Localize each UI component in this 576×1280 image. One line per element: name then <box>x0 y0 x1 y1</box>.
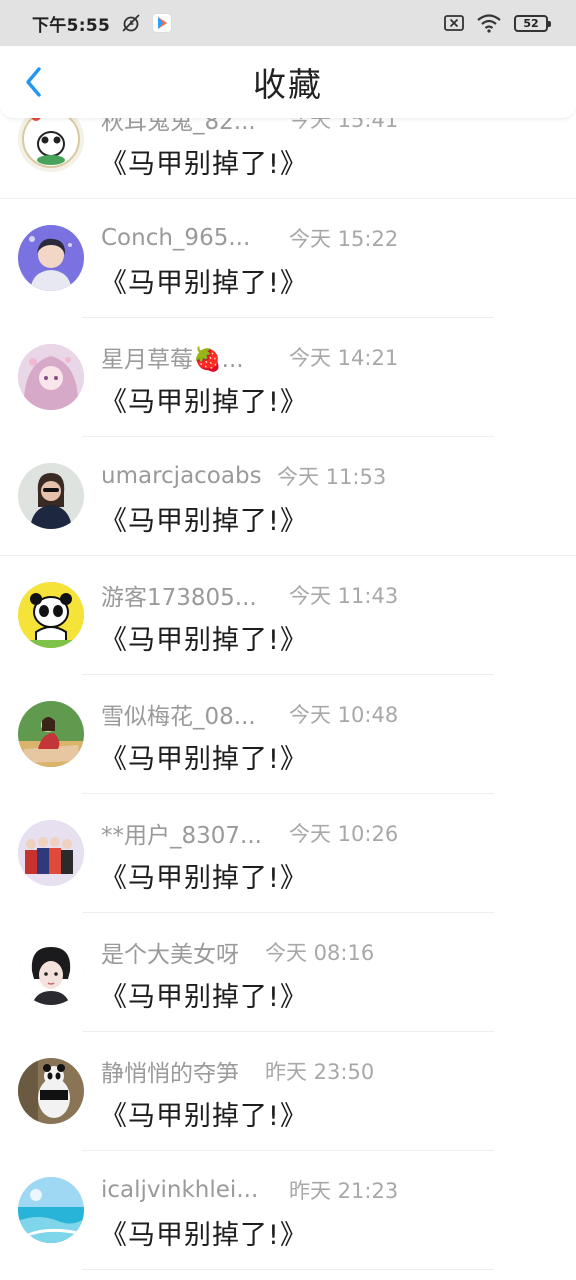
play-store-icon <box>152 13 173 33</box>
top-nav-bar: 收藏 <box>0 46 576 118</box>
work-title: 《马甲别掉了!》 <box>100 149 308 180</box>
divider <box>82 1269 494 1270</box>
timestamp: 昨天 21:23 <box>289 1179 399 1203</box>
work-title: 《马甲别掉了!》 <box>100 268 308 299</box>
item-meta: Conch_965... 今天 15:22 <box>101 223 398 253</box>
item-meta: 静悄悄的夺笋 昨天 23:50 <box>101 1056 375 1087</box>
work-title: 《马甲别掉了!》 <box>100 387 308 418</box>
item-meta: icaljvinkhlei... 昨天 21:23 <box>101 1175 398 1205</box>
work-title: 《马甲别掉了!》 <box>100 506 308 537</box>
avatar[interactable] <box>18 582 84 648</box>
list-item[interactable]: icaljvinkhlei... 昨天 21:23 《马甲别掉了!》 <box>0 1151 576 1270</box>
page-title: 收藏 <box>253 65 323 104</box>
item-meta: 星月草莓🍓... 今天 14:21 <box>101 342 399 373</box>
avatar[interactable] <box>18 463 84 529</box>
list-item[interactable]: 是个大美女呀 今天 08:16 《马甲别掉了!》 <box>0 913 576 1032</box>
battery-icon: 52 <box>514 14 551 32</box>
timestamp: 今天 15:22 <box>289 227 399 251</box>
status-left: 下午5:55 <box>32 11 173 36</box>
list-item[interactable]: 静悄悄的夺笋 昨天 23:50 《马甲别掉了!》 <box>0 1032 576 1151</box>
item-meta: 游客173805... 今天 11:43 <box>101 580 399 611</box>
avatar[interactable] <box>18 939 84 1005</box>
list-item[interactable]: 雪似梅花_08... 今天 10:48 《马甲别掉了!》 <box>0 675 576 794</box>
user-name: icaljvinkhlei... <box>101 1177 259 1203</box>
user-name: umarcjacoabs <box>101 463 262 489</box>
list-item[interactable]: **用户_8307... 今天 10:26 《马甲别掉了!》 <box>0 794 576 913</box>
user-name: 是个大美女呀 <box>101 942 239 968</box>
avatar[interactable] <box>18 344 84 410</box>
chevron-left-icon <box>26 67 41 97</box>
work-title: 《马甲别掉了!》 <box>100 982 308 1013</box>
timestamp: 昨天 23:50 <box>265 1060 375 1084</box>
avatar[interactable] <box>18 701 84 767</box>
status-right: 52 <box>444 13 551 33</box>
item-meta: 是个大美女呀 今天 08:16 <box>101 937 375 968</box>
status-bar: 下午5:55 52 <box>0 0 576 46</box>
timestamp: 今天 08:16 <box>265 941 375 965</box>
avatar[interactable] <box>18 1058 84 1124</box>
work-title: 《马甲别掉了!》 <box>100 863 308 894</box>
timestamp: 今天 14:21 <box>289 346 399 370</box>
work-title: 《马甲别掉了!》 <box>100 1101 308 1132</box>
back-button[interactable] <box>14 60 54 104</box>
wifi-icon <box>476 13 502 33</box>
user-name: **用户_8307... <box>101 823 262 849</box>
timestamp: 今天 11:43 <box>289 584 399 608</box>
list-item[interactable]: 星月草莓🍓... 今天 14:21 《马甲别掉了!》 <box>0 318 576 437</box>
work-title: 《马甲别掉了!》 <box>100 744 308 775</box>
app-screen: 下午5:55 52 收藏 秋耳鬼鬼_82... 今天 15:41 《马甲别掉了!… <box>0 0 576 1280</box>
avatar[interactable] <box>18 820 84 886</box>
user-name: 星月草莓🍓... <box>101 347 244 373</box>
work-title: 《马甲别掉了!》 <box>100 625 308 656</box>
timestamp: 今天 11:53 <box>277 465 387 489</box>
list-item[interactable]: Conch_965... 今天 15:22 《马甲别掉了!》 <box>0 199 576 318</box>
item-meta: 雪似梅花_08... 今天 10:48 <box>101 699 399 730</box>
avatar[interactable] <box>18 225 84 291</box>
item-meta: **用户_8307... 今天 10:26 <box>101 818 399 849</box>
timestamp: 今天 10:48 <box>289 703 399 727</box>
item-meta: umarcjacoabs 今天 11:53 <box>101 461 386 491</box>
favorites-list: 秋耳鬼鬼_82... 今天 15:41 《马甲别掉了!》 Conch_965..… <box>0 80 576 1270</box>
timestamp: 今天 10:26 <box>289 822 399 846</box>
status-time: 下午5:55 <box>32 15 111 36</box>
alarm-off-icon <box>120 12 142 34</box>
work-title: 《马甲别掉了!》 <box>100 1220 308 1251</box>
list-item[interactable]: 游客173805... 今天 11:43 《马甲别掉了!》 <box>0 556 576 675</box>
user-name: Conch_965... <box>101 225 251 251</box>
sim-off-icon <box>444 15 464 31</box>
user-name: 雪似梅花_08... <box>101 704 256 730</box>
avatar[interactable] <box>18 1177 84 1243</box>
user-name: 静悄悄的夺笋 <box>101 1061 239 1087</box>
user-name: 游客173805... <box>101 585 257 611</box>
list-item[interactable]: umarcjacoabs 今天 11:53 《马甲别掉了!》 <box>0 437 576 556</box>
